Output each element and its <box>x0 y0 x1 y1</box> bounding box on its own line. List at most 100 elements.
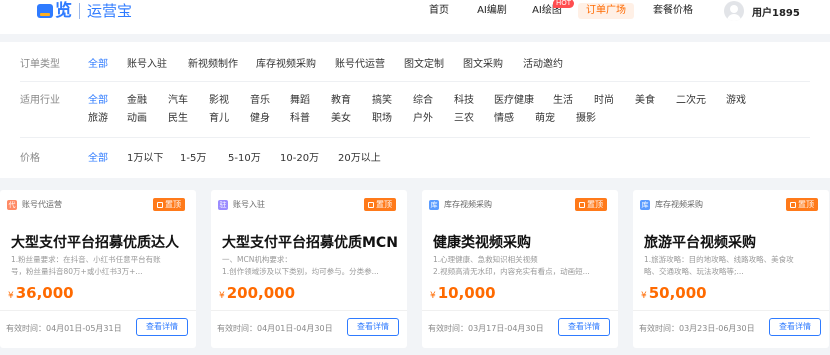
card-type-label: 库存视频采购 <box>444 200 492 209</box>
pinned-label: 置顶 <box>376 200 392 209</box>
filter-option[interactable]: 育儿 <box>209 112 229 126</box>
nav-item-ai-drawing[interactable]: AI绘图 HOT <box>530 0 574 19</box>
filter-option[interactable]: 5-10万 <box>228 152 261 166</box>
filter-option[interactable]: 账号入驻 <box>127 58 167 72</box>
currency-symbol: ¥ <box>219 291 225 301</box>
filter-option[interactable]: 活动邀约 <box>523 58 563 72</box>
filter-option[interactable]: 教育 <box>331 94 351 108</box>
order-card[interactable]: 库 库存视频采购 置顶 旅游平台视频采购 1.旅游攻略：目的地攻略、线路攻略、美… <box>633 190 829 348</box>
filter-option[interactable]: 1万以下 <box>127 152 163 166</box>
filter-option[interactable]: 影视 <box>209 94 229 108</box>
filter-option[interactable]: 10-20万 <box>280 152 319 166</box>
filter-option[interactable]: 图文采购 <box>463 58 503 72</box>
pin-icon <box>157 201 163 208</box>
card-period: 有效时间：03月23日-06月30日 <box>639 324 755 333</box>
pinned-label: 置顶 <box>165 200 181 209</box>
price-value: 50,000 <box>648 284 707 302</box>
filter-option[interactable]: 情感 <box>494 112 514 126</box>
view-details-button[interactable]: 查看详情 <box>136 318 188 336</box>
filter-option[interactable]: 美食 <box>635 94 655 108</box>
filter-label: 适用行业 <box>20 95 60 106</box>
card-divider <box>0 310 196 311</box>
filter-option[interactable]: 美女 <box>331 112 351 126</box>
view-details-button[interactable]: 查看详情 <box>769 318 821 336</box>
filter-option[interactable]: 动画 <box>127 112 147 126</box>
user-menu[interactable]: 用户1895 <box>724 0 800 22</box>
order-card[interactable]: 库 库存视频采购 置顶 健康类视频采购 1.心理健康、急救知识相关视频 2.视频… <box>422 190 618 348</box>
avatar <box>724 1 744 21</box>
filter-option[interactable]: 游戏 <box>726 94 746 108</box>
view-details-button[interactable]: 查看详情 <box>558 318 610 336</box>
filter-option[interactable]: 民生 <box>168 112 188 126</box>
card-description: 1.旅游攻略：目的地攻略、线路攻略、美食攻 略、交通攻略、玩法攻略等;... <box>644 254 822 278</box>
filter-option[interactable]: 库存视频采购 <box>256 58 316 72</box>
filter-option[interactable]: 1-5万 <box>180 152 206 166</box>
filter-order-type: 订单类型 全部 账号入驻 新视频制作 库存视频采购 账号代运营 图文定制 图文采… <box>20 42 810 82</box>
card-desc-line: 1.创作领域涉及以下类别，均可参与。分类参... <box>222 267 379 276</box>
currency-symbol: ¥ <box>430 291 436 301</box>
filter-panel: 订单类型 全部 账号入驻 新视频制作 库存视频采购 账号代运营 图文定制 图文采… <box>0 42 830 178</box>
card-desc-line: 1.心理健康、急救知识相关视频 <box>433 255 538 264</box>
filter-option[interactable]: 新视频制作 <box>188 58 238 72</box>
pinned-badge: 置顶 <box>575 198 607 211</box>
card-desc-line: 2.视频高清无水印，内容充实有看点，动画短... <box>433 267 590 276</box>
filter-option[interactable]: 金融 <box>127 94 147 108</box>
user-name: 用户1895 <box>752 7 800 19</box>
filter-option[interactable]: 科普 <box>290 112 310 126</box>
nav-item-ai-script[interactable]: AI编剧 <box>475 3 509 19</box>
filter-option[interactable]: 图文定制 <box>404 58 444 72</box>
card-period: 有效时间：04月01日-04月30日 <box>217 324 333 333</box>
filter-option[interactable]: 舞蹈 <box>290 94 310 108</box>
card-divider <box>211 310 407 311</box>
order-card[interactable]: 代 账号代运营 置顶 大型支付平台招募优质达人 1.粉丝量要求：在抖音、小红书任… <box>0 190 196 348</box>
card-price: ¥36,000 <box>8 284 74 302</box>
filter-industry: 适用行业 全部 金融 汽车 影视 音乐 舞蹈 教育 搞笑 综合 科技 医疗健康 … <box>20 82 810 138</box>
card-type-label: 账号入驻 <box>233 200 265 209</box>
filter-option[interactable]: 汽车 <box>168 94 188 108</box>
filter-option[interactable]: 户外 <box>413 112 433 126</box>
view-details-button[interactable]: 查看详情 <box>347 318 399 336</box>
order-card[interactable]: 驻 账号入驻 置顶 大型支付平台招募优质MCN 一、MCN机构要求： 1.创作领… <box>211 190 407 348</box>
filter-option[interactable]: 账号代运营 <box>335 58 385 72</box>
filter-option[interactable]: 萌宠 <box>535 112 555 126</box>
card-price: ¥50,000 <box>641 284 707 302</box>
card-title: 健康类视频采购 <box>433 235 531 251</box>
card-period: 有效时间：03月17日-04月30日 <box>428 324 544 333</box>
pinned-badge: 置顶 <box>786 198 818 211</box>
nav-item-pricing[interactable]: 套餐价格 <box>653 3 693 19</box>
filter-option[interactable]: 搞笑 <box>372 94 392 108</box>
price-value: 200,000 <box>226 284 296 302</box>
filter-option[interactable]: 全部 <box>88 94 108 108</box>
filter-option[interactable]: 音乐 <box>250 94 270 108</box>
filter-option[interactable]: 摄影 <box>576 112 596 126</box>
card-desc-line: 略、交通攻略、玩法攻略等;... <box>644 267 744 276</box>
filter-option[interactable]: 20万以上 <box>338 152 381 166</box>
order-type-icon: 库 <box>429 199 439 210</box>
filter-label: 订单类型 <box>20 59 60 70</box>
filter-label: 价格 <box>20 153 40 164</box>
filter-option[interactable]: 时尚 <box>594 94 614 108</box>
pinned-label: 置顶 <box>798 200 814 209</box>
order-type-icon: 库 <box>640 199 650 210</box>
filter-option[interactable]: 职场 <box>372 112 392 126</box>
filter-option[interactable]: 二次元 <box>676 94 706 108</box>
filter-option[interactable]: 健身 <box>250 112 270 126</box>
card-type: 库 库存视频采购 <box>429 199 492 210</box>
pin-icon <box>579 201 585 208</box>
filter-option[interactable]: 三农 <box>454 112 474 126</box>
filter-option[interactable]: 生活 <box>553 94 573 108</box>
card-type-label: 账号代运营 <box>22 200 62 209</box>
nav-item-home[interactable]: 首页 <box>428 3 450 19</box>
filter-price: 价格 全部 1万以下 1-5万 5-10万 10-20万 20万以上 <box>20 138 810 178</box>
filter-option[interactable]: 科技 <box>454 94 474 108</box>
filter-option[interactable]: 全部 <box>88 58 108 72</box>
filter-option[interactable]: 旅游 <box>88 112 108 126</box>
main-nav: 首页 AI编剧 AI绘图 HOT 订单广场 套餐价格 <box>0 0 830 22</box>
filter-option[interactable]: 综合 <box>413 94 433 108</box>
filter-option[interactable]: 全部 <box>88 152 108 166</box>
card-divider <box>633 310 829 311</box>
pinned-badge: 置顶 <box>364 198 396 211</box>
filter-option[interactable]: 医疗健康 <box>494 94 534 108</box>
nav-item-order-square[interactable]: 订单广场 <box>578 3 634 19</box>
order-type-icon: 驻 <box>218 199 228 210</box>
